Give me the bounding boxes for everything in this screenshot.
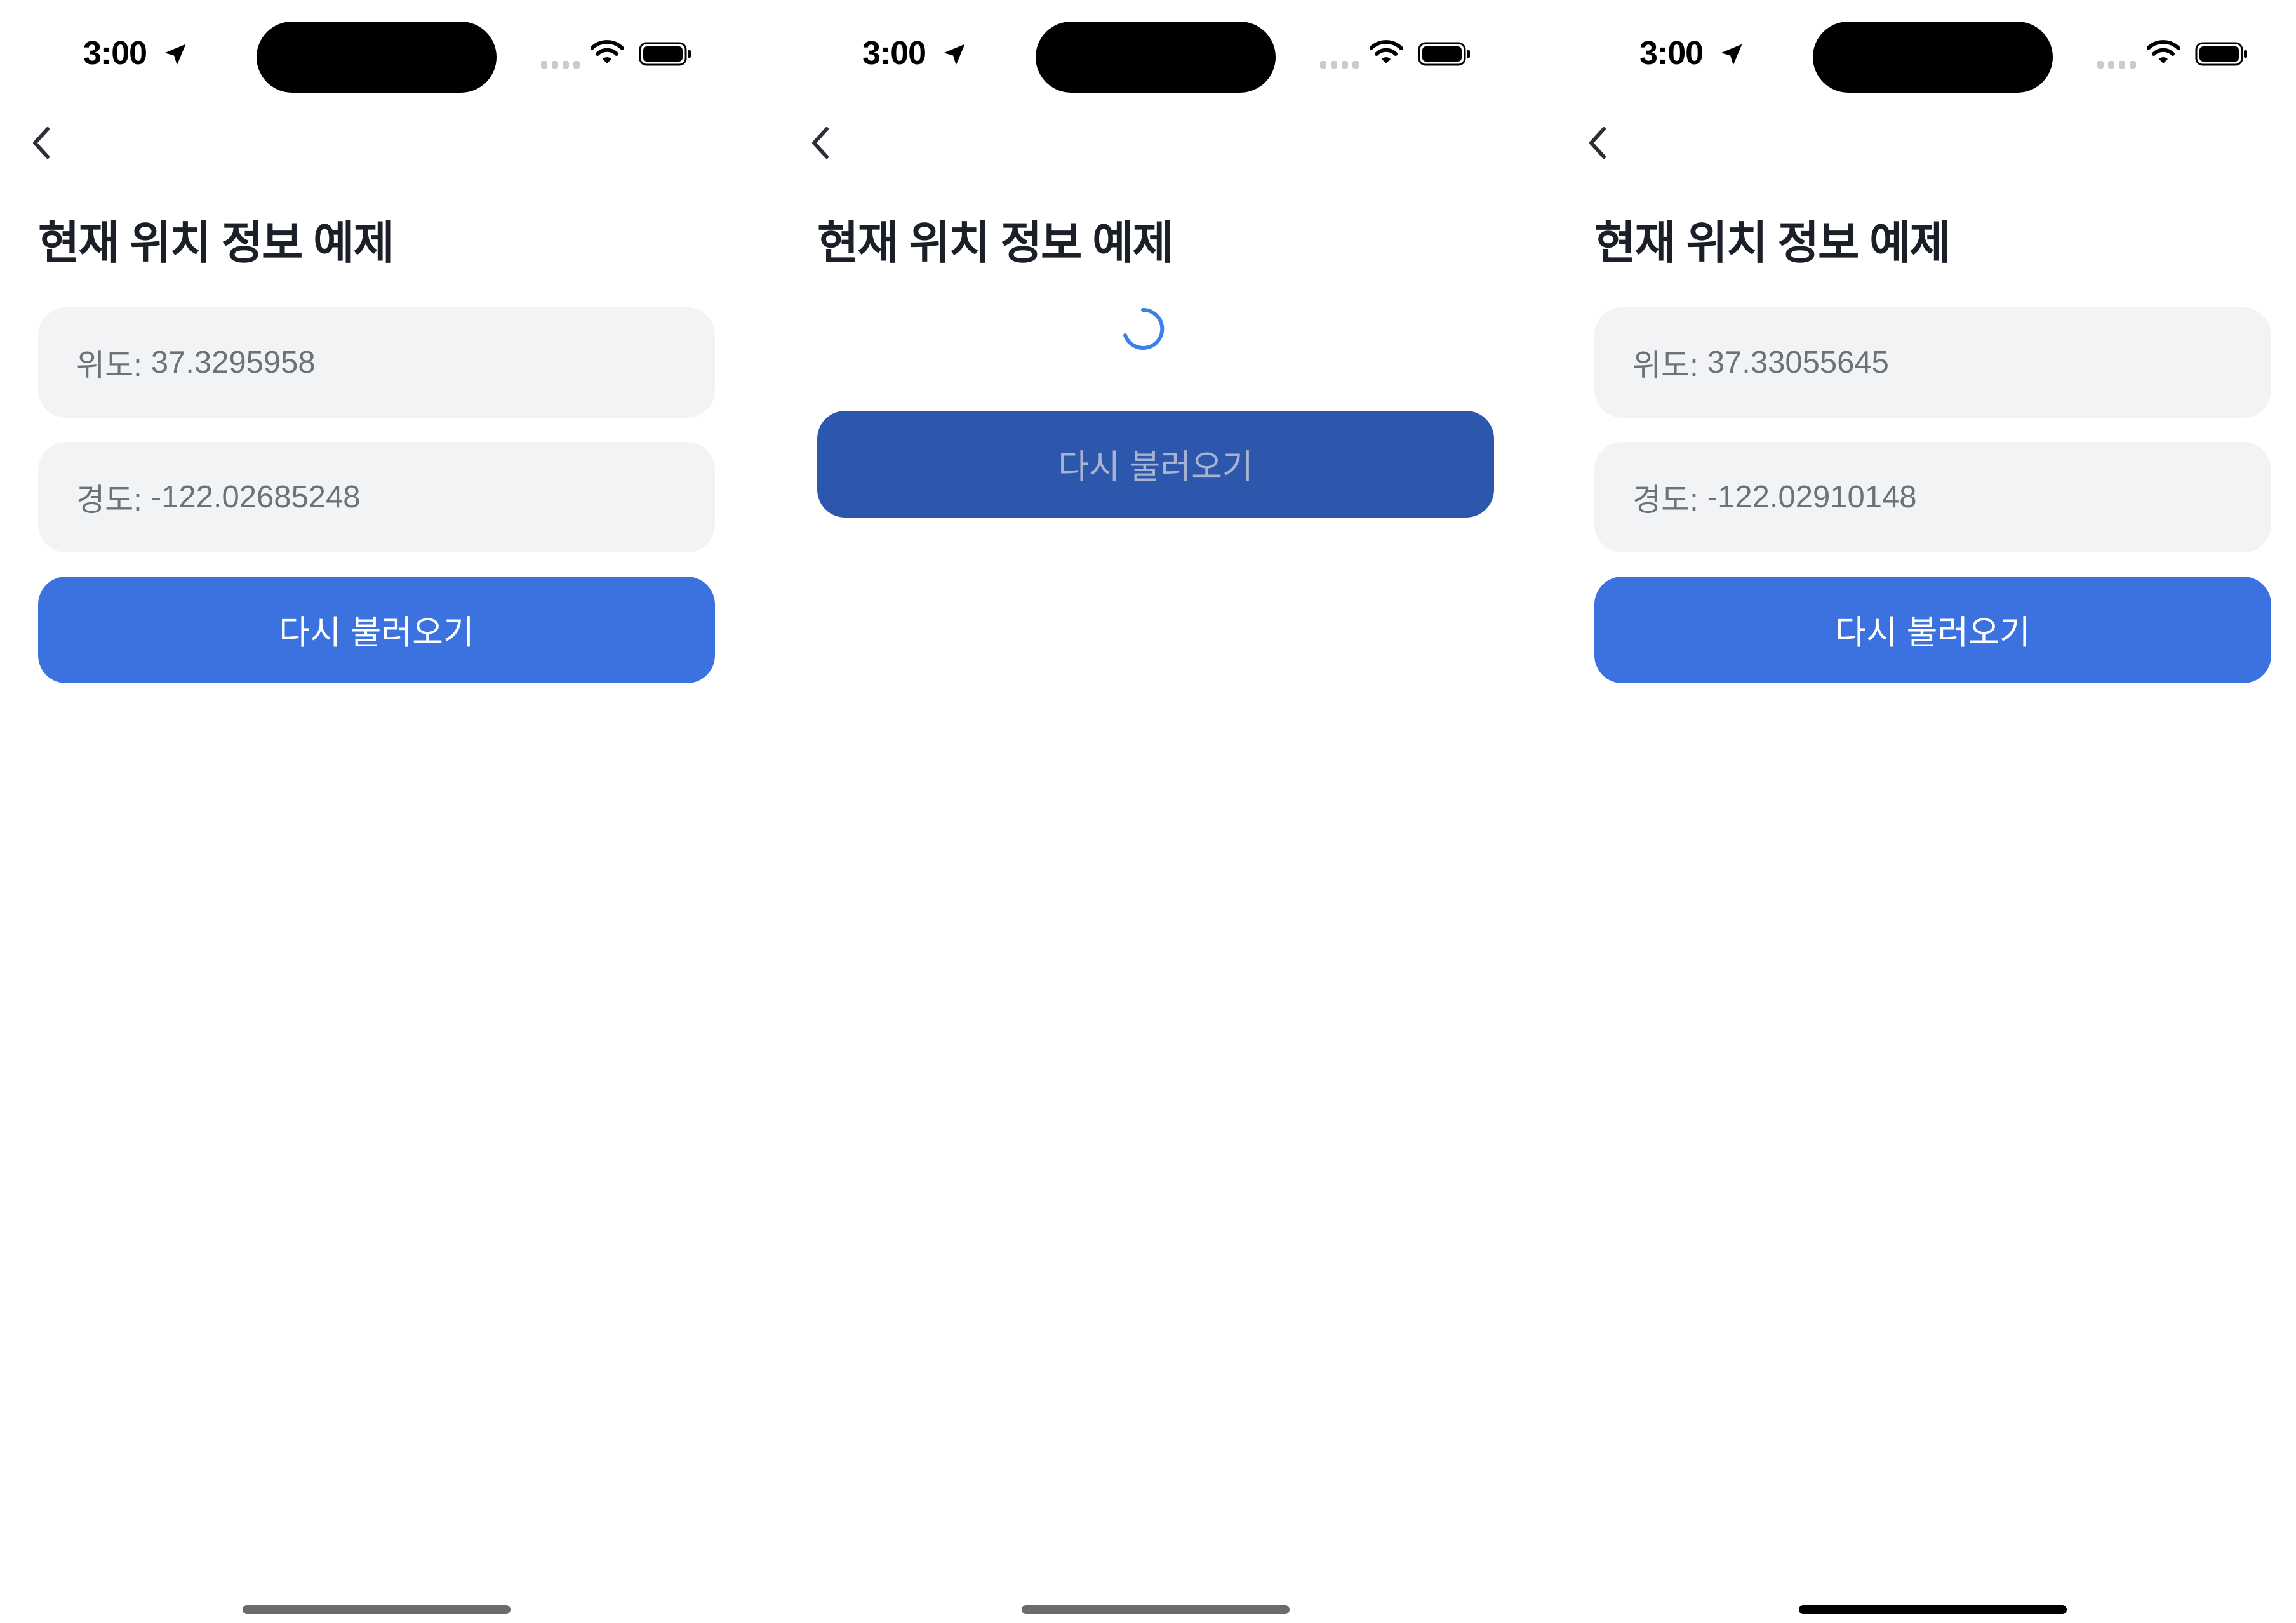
reload-button[interactable]: 다시 불러오기 bbox=[817, 411, 1494, 518]
status-bar: 3:00 bbox=[0, 0, 775, 108]
chevron-left-icon bbox=[812, 127, 829, 159]
longitude-label: 경도: bbox=[1632, 483, 1699, 518]
back-button[interactable] bbox=[1582, 121, 1613, 165]
phone-screen-loaded: 3:00 현재 위치 정보 예제 위도: 37.3295958 경도: -122… bbox=[0, 0, 775, 1623]
dynamic-island bbox=[257, 22, 497, 93]
cellular-signal-icon bbox=[541, 61, 580, 69]
latitude-field: 위도: 37.33055645 bbox=[1594, 307, 2271, 418]
latitude-value: 37.33055645 bbox=[1707, 345, 1889, 380]
latitude-label: 위도: bbox=[1632, 348, 1699, 383]
location-arrow-icon bbox=[944, 44, 965, 65]
longitude-value: -122.02910148 bbox=[1707, 480, 1917, 514]
longitude-value: -122.02685248 bbox=[150, 480, 361, 514]
phone-screen-loading: 3:00 현재 위치 정보 예제 다시 불러오기 bbox=[779, 0, 1554, 1623]
latitude-value: 37.3295958 bbox=[150, 345, 316, 380]
status-time: 3:00 bbox=[83, 35, 147, 72]
battery-icon bbox=[2195, 42, 2247, 66]
battery-icon bbox=[639, 42, 691, 66]
back-button[interactable] bbox=[804, 121, 836, 165]
status-time: 3:00 bbox=[1639, 35, 1704, 72]
reload-button[interactable]: 다시 불러오기 bbox=[1594, 577, 2271, 683]
longitude-field: 경도: -122.02685248 bbox=[38, 442, 715, 552]
page-title: 현재 위치 정보 예제 bbox=[1594, 218, 1951, 269]
longitude-field: 경도: -122.02910148 bbox=[1594, 442, 2271, 552]
location-arrow-icon bbox=[1721, 44, 1742, 65]
wifi-icon bbox=[1370, 40, 1403, 63]
dynamic-island bbox=[1813, 22, 2053, 93]
latitude-label: 위도: bbox=[76, 348, 142, 383]
battery-icon bbox=[1418, 42, 1470, 66]
home-indicator[interactable] bbox=[1799, 1605, 2067, 1614]
status-time: 3:00 bbox=[862, 35, 926, 72]
status-bar: 3:00 bbox=[1556, 0, 2296, 108]
latitude-field: 위도: 37.3295958 bbox=[38, 307, 715, 418]
longitude-label: 경도: bbox=[76, 483, 142, 518]
spinner-icon bbox=[1123, 307, 1165, 350]
home-indicator[interactable] bbox=[243, 1605, 511, 1614]
wifi-icon bbox=[591, 40, 624, 63]
location-arrow-icon bbox=[164, 44, 186, 65]
phone-screen-updated: 3:00 현재 위치 정보 예제 위도: 37.33055645 경도: -12… bbox=[1556, 0, 2296, 1623]
page-title: 현재 위치 정보 예제 bbox=[817, 218, 1174, 269]
cellular-signal-icon bbox=[2097, 61, 2136, 69]
chevron-left-icon bbox=[1589, 127, 1606, 159]
wifi-icon bbox=[2147, 40, 2180, 63]
status-bar: 3:00 bbox=[779, 0, 1554, 108]
chevron-left-icon bbox=[33, 127, 50, 159]
home-indicator[interactable] bbox=[1022, 1605, 1290, 1614]
dynamic-island bbox=[1036, 22, 1276, 93]
back-button[interactable] bbox=[25, 121, 57, 165]
page-title: 현재 위치 정보 예제 bbox=[38, 218, 395, 269]
reload-button[interactable]: 다시 불러오기 bbox=[38, 577, 715, 683]
cellular-signal-icon bbox=[1320, 61, 1359, 69]
